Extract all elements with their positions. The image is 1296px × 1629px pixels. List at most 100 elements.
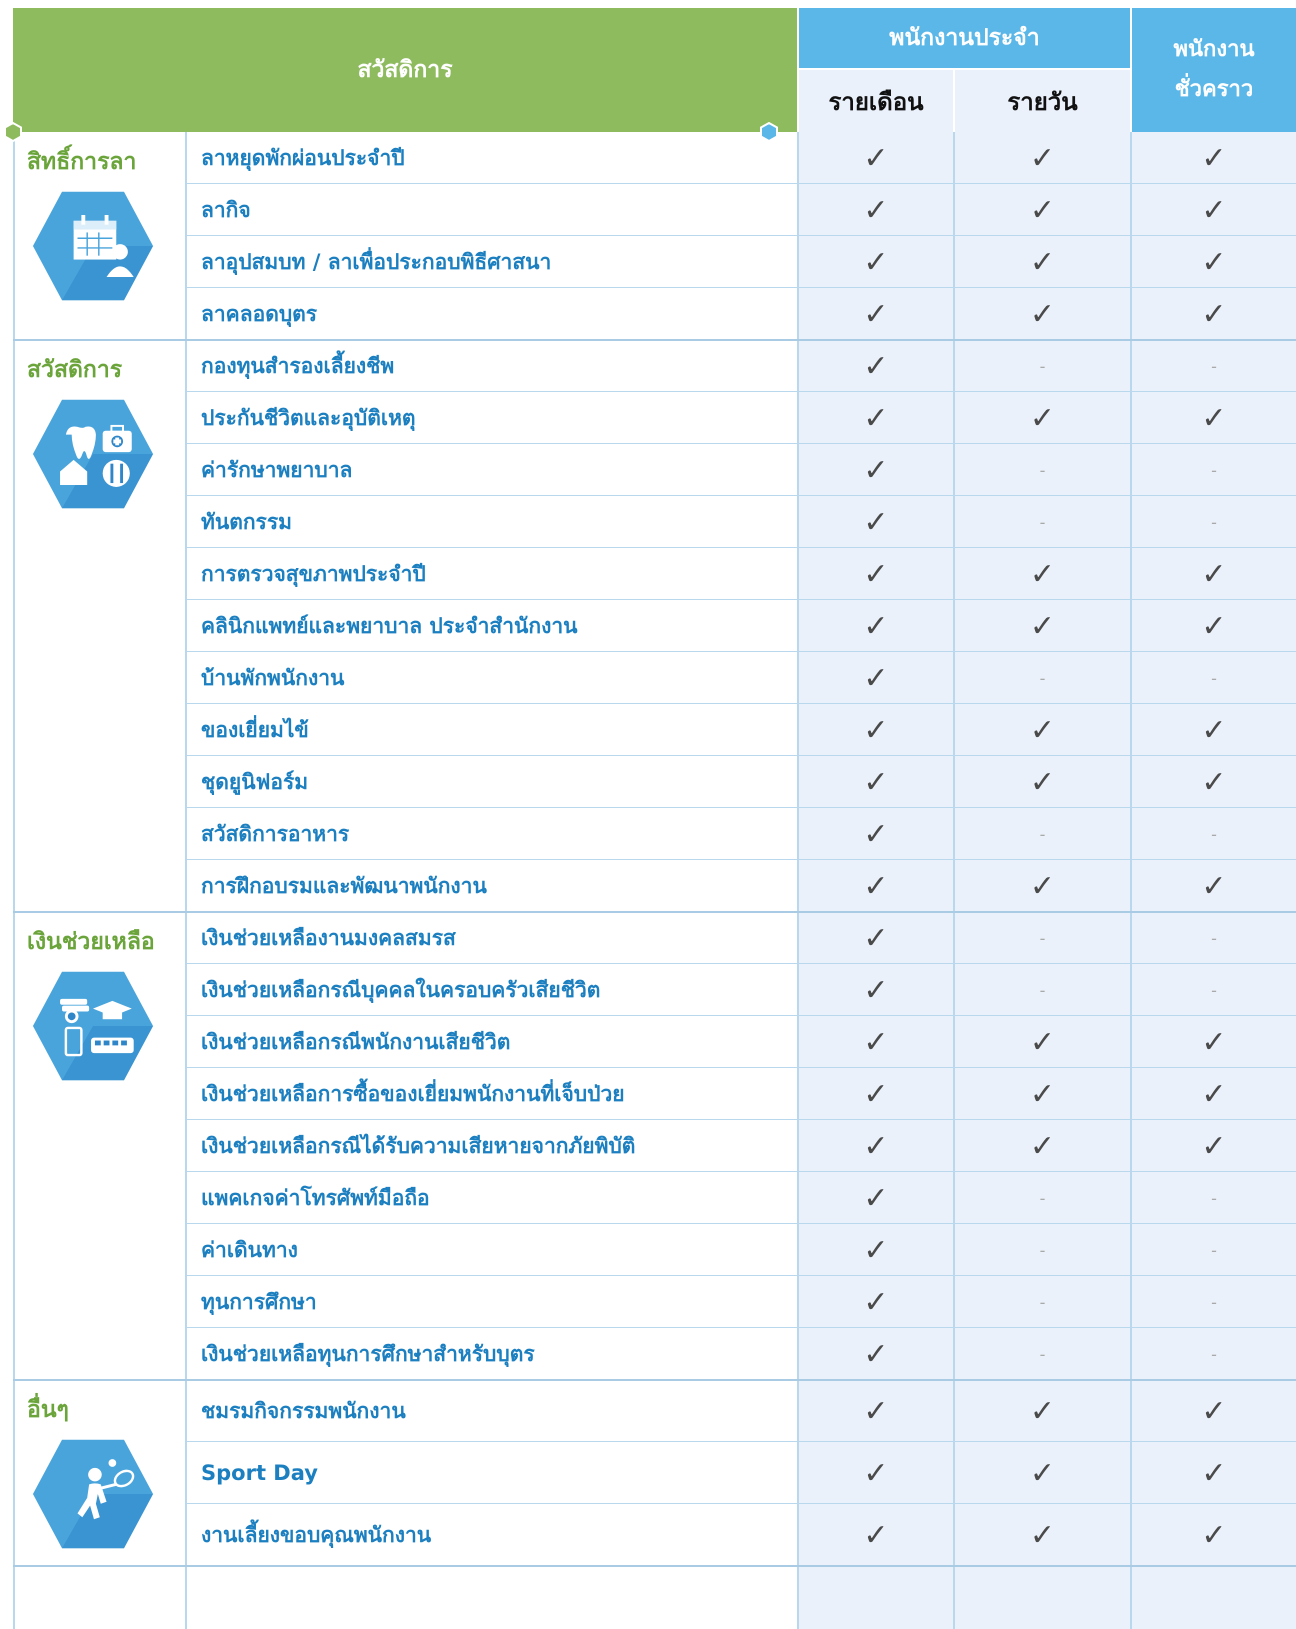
- header-temporary-line1: พนักงาน: [1173, 37, 1255, 62]
- not-applicable-dash: -: [1039, 1292, 1046, 1312]
- welfare-item-label: ทันตกรรม: [201, 509, 292, 534]
- not-applicable-dash: -: [1039, 980, 1046, 1000]
- not-applicable-dash: -: [1211, 928, 1217, 948]
- check-mark-icon: ✓: [1201, 1455, 1227, 1491]
- welfare-item-label: งานเลี้ยงขอบคุณพนักงาน: [201, 1522, 432, 1547]
- welfare-item-label: เงินช่วยเหลือกรณีบุคคลในครอบครัวเสียชีวิ…: [201, 977, 601, 1002]
- check-mark-icon: ✓: [863, 920, 889, 956]
- welfare-item-label: บ้านพักพนักงาน: [201, 665, 345, 690]
- category-label: สวัสดิการ: [27, 357, 123, 383]
- check-mark-icon: ✓: [863, 1284, 889, 1320]
- check-mark-icon: ✓: [863, 244, 889, 280]
- check-mark-icon: ✓: [1201, 712, 1227, 748]
- welfare-item-label: เงินช่วยเหลือการซื้อของเยี่ยมพนักงานที่เ…: [201, 1081, 625, 1106]
- welfare-item-label: ค่ารักษาพยาบาล: [201, 457, 353, 482]
- green-hexagon-dot-icon: [4, 122, 22, 142]
- welfare-item-label: ลากิจ: [201, 197, 251, 222]
- not-applicable-dash: -: [1039, 1240, 1046, 1260]
- not-applicable-dash: -: [1211, 1344, 1217, 1364]
- check-mark-icon: ✓: [1029, 192, 1056, 228]
- check-mark-icon: ✓: [863, 504, 889, 540]
- check-mark-icon: ✓: [1029, 400, 1056, 436]
- welfare-item-label: ชุดยูนิฟอร์ม: [201, 769, 309, 794]
- not-applicable-dash: -: [1039, 1188, 1046, 1208]
- check-mark-icon: ✓: [863, 1180, 889, 1216]
- check-mark-icon: ✓: [863, 452, 889, 488]
- check-mark-icon: ✓: [863, 712, 889, 748]
- welfare-item-label: ชมรมกิจกรรมพนักงาน: [201, 1398, 406, 1423]
- header-welfare: สวัสดิการ: [13, 8, 797, 132]
- check-mark-icon: ✓: [1029, 608, 1056, 644]
- not-applicable-dash: -: [1211, 980, 1217, 1000]
- table-border-left: [13, 132, 15, 1629]
- check-mark-icon: ✓: [1201, 244, 1227, 280]
- check-mark-icon: ✓: [1029, 1517, 1056, 1553]
- blue-hexagon-dot-icon: [760, 122, 778, 142]
- check-mark-icon: ✓: [863, 1024, 889, 1060]
- check-mark-icon: ✓: [863, 1232, 889, 1268]
- column-divider: [185, 132, 187, 1629]
- check-mark-icon: ✓: [1029, 1076, 1056, 1112]
- financial-aid-icon: [32, 971, 154, 1081]
- check-mark-icon: ✓: [863, 972, 889, 1008]
- check-mark-icon: ✓: [1029, 1128, 1056, 1164]
- health-benefits-icon: [32, 399, 154, 509]
- welfare-item-label: ประกันชีวิตและอุบัติเหตุ: [201, 405, 416, 430]
- not-applicable-dash: -: [1039, 356, 1046, 376]
- not-applicable-dash: -: [1039, 668, 1046, 688]
- check-mark-icon: ✓: [863, 660, 889, 696]
- check-mark-icon: ✓: [863, 1455, 889, 1491]
- welfare-item-label: Sport Day: [201, 1461, 318, 1485]
- not-applicable-dash: -: [1211, 1292, 1217, 1312]
- welfare-item-label: เงินช่วยเหลืองานมงคลสมรส: [201, 925, 456, 950]
- check-mark-icon: ✓: [1029, 1024, 1056, 1060]
- welfare-item-label: เงินช่วยเหลือกรณีพนักงานเสียชีวิต: [201, 1029, 511, 1054]
- group-divider: [13, 1565, 1296, 1567]
- not-applicable-dash: -: [1211, 668, 1217, 688]
- welfare-item-label: การตรวจสุขภาพประจำปี: [201, 561, 426, 586]
- check-mark-icon: ✓: [863, 348, 889, 384]
- not-applicable-dash: -: [1039, 824, 1046, 844]
- check-mark-icon: ✓: [863, 296, 889, 332]
- welfare-item-label: คลินิกแพทย์และพยาบาล ประจำสำนักงาน: [201, 613, 578, 638]
- not-applicable-dash: -: [1211, 460, 1217, 480]
- header-temporary-staff: พนักงาน ชั่วคราว: [1132, 8, 1296, 132]
- check-mark-icon: ✓: [1201, 192, 1227, 228]
- welfare-item-label: ทุนการศึกษา: [201, 1289, 317, 1314]
- welfare-item-label: ลาหยุดพักผ่อนประจำปี: [201, 145, 405, 170]
- check-mark-icon: ✓: [863, 1517, 889, 1553]
- check-mark-icon: ✓: [1201, 1393, 1227, 1429]
- check-mark-icon: ✓: [1029, 296, 1056, 332]
- welfare-item-label: เงินช่วยเหลือกรณีได้รับความเสียหายจากภัย…: [201, 1133, 636, 1158]
- welfare-comparison-table: สวัสดิการ พนักงานประจำ รายเดือน รายวัน พ…: [4, 8, 1296, 1629]
- header-temporary-line2: ชั่วคราว: [1174, 77, 1254, 102]
- tennis-player-icon: [32, 1439, 154, 1549]
- check-mark-icon: ✓: [1201, 868, 1227, 904]
- check-mark-icon: ✓: [1029, 140, 1056, 176]
- check-mark-icon: ✓: [1201, 1076, 1227, 1112]
- check-mark-icon: ✓: [1201, 1517, 1227, 1553]
- check-mark-icon: ✓: [1201, 1024, 1227, 1060]
- welfare-item-label: สวัสดิการอาหาร: [201, 821, 350, 846]
- check-mark-icon: ✓: [1201, 400, 1227, 436]
- welfare-item-label: แพคเกจค่าโทรศัพท์มือถือ: [201, 1185, 430, 1210]
- check-mark-icon: ✓: [1029, 764, 1056, 800]
- check-mark-icon: ✓: [1029, 556, 1056, 592]
- not-applicable-dash: -: [1211, 1240, 1217, 1260]
- category-label: อื่นๆ: [27, 1397, 69, 1423]
- check-mark-icon: ✓: [863, 1336, 889, 1372]
- not-applicable-dash: -: [1211, 356, 1217, 376]
- welfare-item-label: เงินช่วยเหลือทุนการศึกษาสำหรับบุตร: [201, 1341, 535, 1366]
- not-applicable-dash: -: [1211, 1188, 1217, 1208]
- check-mark-icon: ✓: [863, 400, 889, 436]
- check-mark-icon: ✓: [1201, 608, 1227, 644]
- not-applicable-dash: -: [1039, 928, 1046, 948]
- not-applicable-dash: -: [1039, 1344, 1046, 1364]
- welfare-item-label: ลาอุปสมบท / ลาเพื่อประกอบพิธีศาสนา: [201, 249, 552, 274]
- check-mark-icon: ✓: [863, 1393, 889, 1429]
- check-mark-icon: ✓: [863, 192, 889, 228]
- not-applicable-dash: -: [1039, 460, 1046, 480]
- header-permanent-staff: พนักงานประจำ: [799, 8, 1130, 68]
- check-mark-icon: ✓: [863, 608, 889, 644]
- check-mark-icon: ✓: [1029, 712, 1056, 748]
